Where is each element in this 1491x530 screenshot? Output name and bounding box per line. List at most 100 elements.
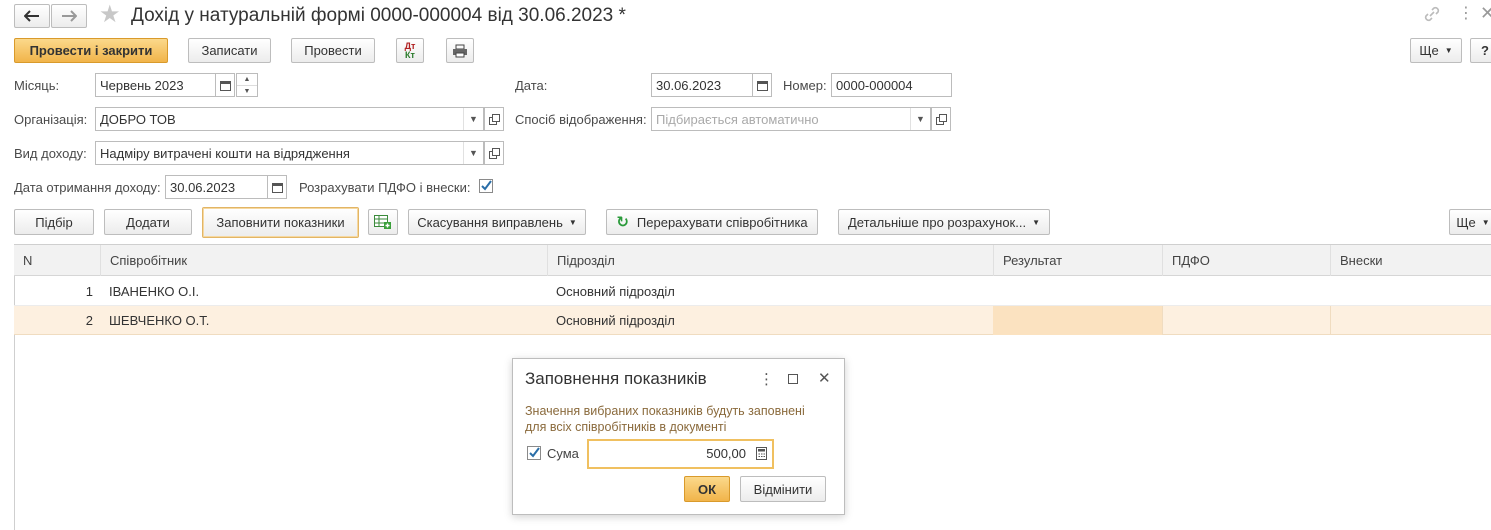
calendar-icon (756, 80, 768, 91)
result-cell[interactable] (993, 306, 1162, 335)
cancel-corrections-button[interactable]: Скасування виправлень ▼ (408, 209, 586, 235)
open-form-icon (935, 113, 947, 125)
dialog-info-text: Значення вибраних показників будуть запо… (525, 404, 805, 434)
more-actions-button[interactable]: Ще ▼ (1410, 38, 1462, 63)
arrow-left-icon (24, 10, 39, 22)
add-button[interactable]: Додати (104, 209, 192, 235)
dropdown-arrow-icon[interactable]: ▼ (910, 108, 930, 130)
table-add-icon (374, 215, 391, 229)
result-cell[interactable] (993, 277, 1162, 306)
table-row[interactable]: 2 ШЕВЧЕНКО О.Т. Основний підрозділ (14, 306, 1491, 335)
print-button[interactable] (446, 38, 474, 63)
maximize-icon[interactable] (788, 374, 798, 384)
save-button[interactable]: Записати (188, 38, 271, 63)
open-form-icon (488, 113, 500, 125)
month-field[interactable]: Червень 2023 (95, 73, 216, 97)
recalculate-employee-button[interactable]: ↻ Перерахувати співробітника (606, 209, 818, 235)
chevron-down-icon: ▼ (1032, 217, 1041, 227)
dt-kt-button[interactable]: Дт Кт (396, 38, 424, 63)
contributions-cell[interactable] (1330, 306, 1491, 335)
month-label: Місяць: (14, 78, 60, 93)
table-header: N Співробітник Підрозділ Результат ПДФО … (14, 244, 1491, 276)
column-header-department[interactable]: Підрозділ (547, 245, 993, 276)
pdfo-cell[interactable] (1162, 306, 1330, 335)
help-button[interactable]: ? (1470, 38, 1491, 63)
checkmark-icon (529, 447, 540, 458)
dt-kt-icon: Дт Кт (404, 40, 416, 60)
column-header-n[interactable]: N (14, 245, 100, 276)
back-button[interactable] (14, 4, 50, 28)
table-settings-button[interactable] (368, 209, 398, 235)
date-field[interactable]: 30.06.2023 (651, 73, 753, 97)
arrow-right-icon (62, 10, 77, 22)
calculator-icon[interactable] (756, 447, 767, 463)
cancel-button[interactable]: Відмінити (740, 476, 826, 502)
column-header-result[interactable]: Результат (993, 245, 1162, 276)
favorite-star-icon[interactable]: ★ (99, 3, 121, 27)
link-icon[interactable] (1423, 5, 1441, 23)
more-menu-icon[interactable]: ⋮ (1458, 4, 1474, 24)
select-button[interactable]: Підбір (14, 209, 94, 235)
refresh-icon: ↻ (616, 214, 629, 231)
chevron-down-icon[interactable]: ▼ (237, 86, 257, 97)
close-icon[interactable]: ✕ (818, 369, 831, 389)
sum-input[interactable]: 500,00 (587, 439, 774, 469)
dialog-title: Заповнення показників (525, 369, 707, 388)
chevron-up-icon[interactable]: ▲ (237, 74, 257, 86)
checkmark-icon (481, 180, 492, 191)
calc-taxes-label: Розрахувати ПДФО і внески: (299, 180, 471, 195)
calendar-icon (219, 80, 231, 91)
display-method-field[interactable]: Підбирається автоматично ▼ (651, 107, 931, 131)
calendar-icon (271, 182, 283, 193)
column-header-employee[interactable]: Співробітник (100, 245, 547, 276)
page-title: Дохід у натуральній формі 0000-000004 ві… (131, 5, 626, 26)
dropdown-arrow-icon[interactable]: ▼ (463, 108, 483, 130)
table-more-button[interactable]: Ще ▼ (1449, 209, 1491, 235)
ok-button[interactable]: ОК (684, 476, 730, 502)
display-method-label: Спосіб відображення: (515, 112, 647, 127)
fill-indicators-button[interactable]: Заповнити показники (202, 207, 359, 238)
forward-button[interactable] (51, 4, 87, 28)
receipt-date-field[interactable]: 30.06.2023 (165, 175, 268, 199)
fill-indicators-dialog: Заповнення показників ⋮ ✕ Значення вибра… (512, 358, 845, 515)
sum-checkbox[interactable] (527, 446, 541, 460)
dropdown-arrow-icon[interactable]: ▼ (463, 142, 483, 164)
organization-field[interactable]: ДОБРО ТОВ ▼ (95, 107, 484, 131)
row-number: 2 (85, 313, 93, 328)
month-calendar-button[interactable] (215, 73, 235, 97)
row-number: 1 (85, 284, 93, 299)
pdfo-cell[interactable] (1162, 277, 1330, 306)
open-form-icon (488, 147, 500, 159)
post-and-close-button[interactable]: Провести і закрити (14, 38, 168, 63)
column-header-contributions[interactable]: Внески (1330, 245, 1491, 276)
table-row[interactable]: 1 ІВАНЕНКО О.І. Основний підрозділ (14, 277, 1491, 306)
printer-icon (453, 44, 467, 57)
department-cell[interactable]: Основний підрозділ (547, 306, 993, 335)
date-label: Дата: (515, 78, 548, 93)
month-stepper[interactable]: ▲ ▼ (236, 73, 258, 97)
more-menu-icon[interactable]: ⋮ (759, 370, 774, 390)
post-button[interactable]: Провести (291, 38, 375, 63)
income-type-label: Вид доходу: (14, 146, 87, 161)
employee-cell[interactable]: ІВАНЕНКО О.І. (100, 277, 547, 306)
window-close-icon[interactable]: ✕ (1480, 2, 1491, 24)
number-field[interactable]: 0000-000004 (831, 73, 952, 97)
organization-open-button[interactable] (484, 107, 504, 131)
number-label: Номер: (783, 78, 827, 93)
chevron-down-icon: ▼ (1481, 217, 1490, 227)
calc-taxes-checkbox[interactable] (479, 179, 493, 193)
receipt-date-label: Дата отримання доходу: (14, 180, 161, 195)
date-calendar-button[interactable] (752, 73, 772, 97)
income-type-open-button[interactable] (484, 141, 504, 165)
sum-label: Сума (547, 446, 579, 461)
employee-cell[interactable]: ШЕВЧЕНКО О.Т. (100, 306, 547, 335)
calculation-details-button[interactable]: Детальніше про розрахунок... ▼ (838, 209, 1050, 235)
column-header-pdfo[interactable]: ПДФО (1162, 245, 1330, 276)
chevron-down-icon: ▼ (1444, 46, 1453, 55)
department-cell[interactable]: Основний підрозділ (547, 277, 993, 306)
receipt-date-calendar-button[interactable] (267, 175, 287, 199)
contributions-cell[interactable] (1330, 277, 1491, 306)
display-method-open-button[interactable] (931, 107, 951, 131)
organization-label: Організація: (14, 112, 88, 127)
income-type-field[interactable]: Надміру витрачені кошти на відрядження ▼ (95, 141, 484, 165)
